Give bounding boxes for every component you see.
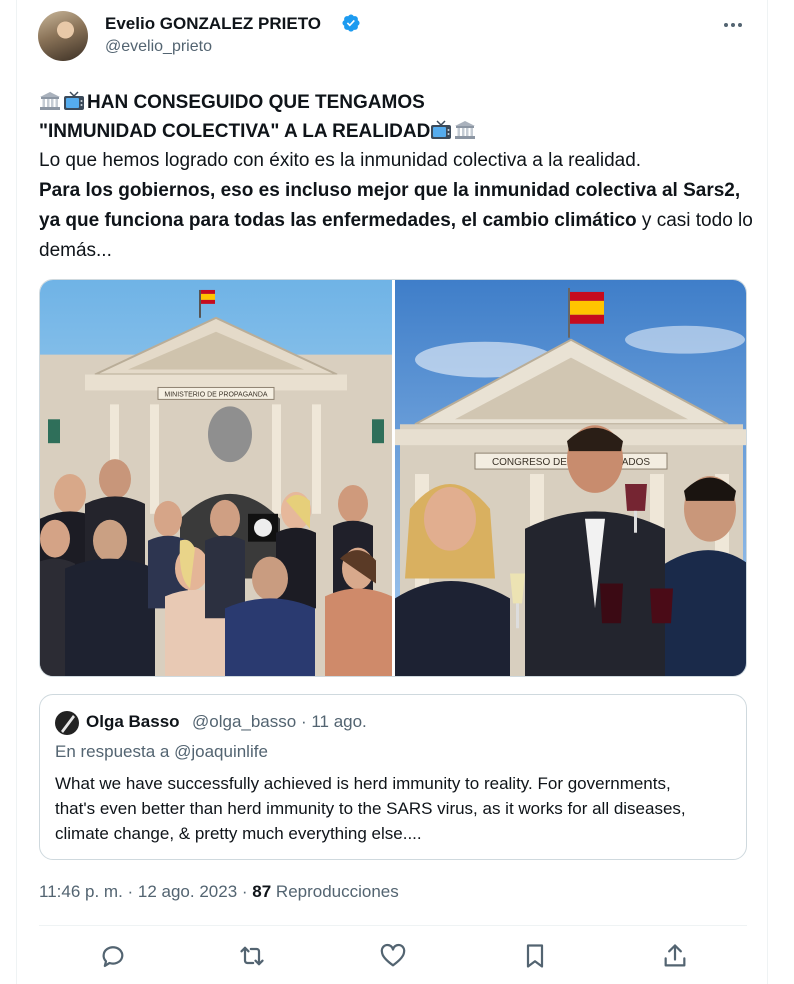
body-line-1: Lo que hemos logrado con éxito es la inm…: [39, 150, 642, 171]
reply-prefix: En respuesta a: [55, 742, 170, 761]
reply-icon[interactable]: [99, 942, 127, 970]
post-body: Lo que hemos logrado con éxito es la inm…: [39, 146, 759, 266]
more-icon[interactable]: [721, 15, 745, 35]
author-handle[interactable]: @evelio_prieto: [105, 38, 212, 56]
post-headline: HAN CONSEGUIDO QUE TENGAMOS "INMUNIDAD C…: [39, 88, 478, 146]
headline-line-2: "INMUNIDAD COLECTIVA" A LA REALIDAD: [39, 121, 431, 142]
views-count: 87: [252, 882, 272, 901]
left-image-sign: MINISTERIO DE PROPAGANDA: [164, 391, 267, 398]
body-bold-text: Para los gobiernos, eso es incluso mejor…: [39, 180, 741, 231]
media-image-left[interactable]: MINISTERIO DE PROPAGANDA: [40, 280, 392, 676]
retweet-icon[interactable]: [238, 942, 266, 970]
verified-badge-icon: [342, 14, 360, 32]
share-icon[interactable]: [661, 942, 689, 970]
headline-line-1: HAN CONSEGUIDO QUE TENGAMOS: [87, 92, 425, 113]
quoted-tweet[interactable]: Olga Basso @olga_basso · 11 ago. En resp…: [39, 694, 747, 860]
post-timestamp[interactable]: 11:46 p. m. · 12 ago. 2023 ·: [39, 882, 252, 901]
author-avatar[interactable]: [38, 11, 88, 61]
views-label: Reproducciones: [271, 882, 399, 901]
classical-building-icon: [455, 121, 476, 139]
television-icon: [64, 91, 84, 110]
quoted-text: What we have successfully achieved is he…: [55, 774, 686, 843]
quoted-author-meta: @olga_basso · 11 ago.: [192, 712, 367, 731]
author-display-name[interactable]: Evelio GONZALEZ PRIETO: [105, 14, 321, 34]
classical-building-icon: [40, 92, 60, 110]
actions-divider: [39, 925, 747, 926]
television-icon: [431, 120, 452, 139]
post-meta: 11:46 p. m. · 12 ago. 2023 · 87 Reproduc…: [39, 882, 399, 902]
quoted-author-avatar[interactable]: [55, 711, 79, 735]
post-media[interactable]: MINISTERIO DE PROPAGANDA CONGRESO DE: [39, 279, 747, 677]
reply-to-handle[interactable]: @joaquinlife: [174, 742, 268, 761]
bookmark-icon[interactable]: [521, 942, 549, 970]
tweet-card: Evelio GONZALEZ PRIETO @evelio_prieto HA…: [16, 0, 768, 984]
media-image-right[interactable]: CONGRESO DE LOS DIPUTADOS: [395, 280, 747, 676]
like-icon[interactable]: [379, 942, 407, 970]
quoted-reply-context: En respuesta a @joaquinlife: [55, 742, 268, 762]
quoted-author-name[interactable]: Olga Basso: [86, 712, 180, 732]
action-bar: [17, 940, 769, 972]
